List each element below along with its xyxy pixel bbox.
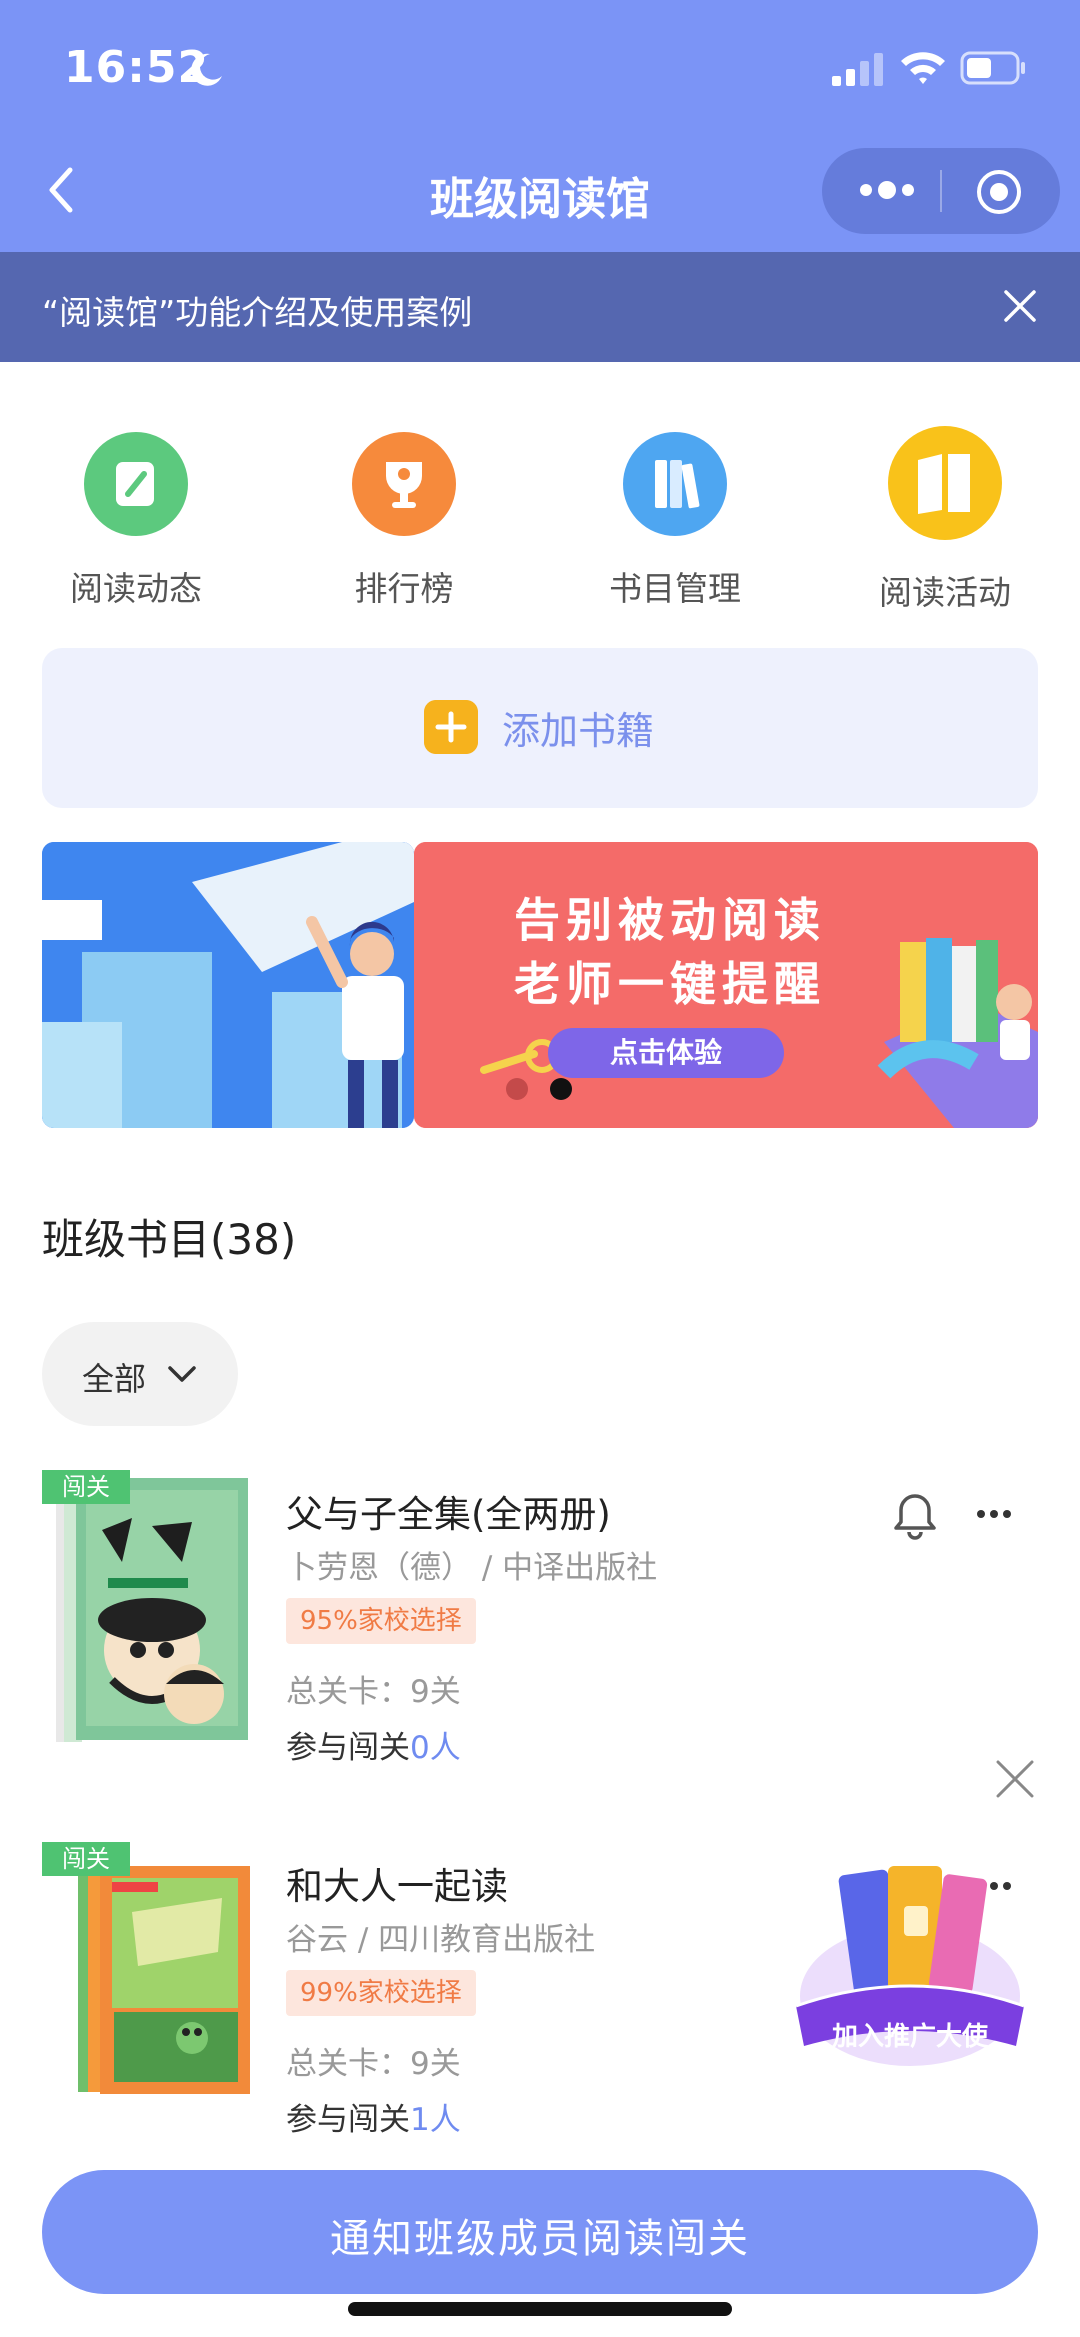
total-levels: 总关卡：9关 [286,1674,461,1710]
entry-reading-activity[interactable]: 阅读活动 [835,420,1055,614]
add-book-button[interactable]: 添加书籍 [42,648,1038,808]
carousel-dot-active[interactable] [550,1078,572,1100]
notify-members-label: 通知班级成员阅读闯关 [330,2216,750,2262]
total-levels: 总关卡：9关 [286,2046,461,2082]
add-book-label: 添加书籍 [502,709,655,753]
moon-icon [191,53,222,86]
open-book-icon [888,426,1002,540]
book-title[interactable]: 父与子全集(全两册) [286,1484,611,1538]
book-cover[interactable] [42,1470,252,1750]
bell-icon[interactable] [892,1490,938,1540]
more-menu-icon[interactable] [852,170,922,210]
notice-text[interactable]: “阅读馆”功能介绍及使用案例 [42,286,472,334]
book-author: 卜劳恩（德） / 中译出版社 [286,1550,658,1586]
section-title: 班级书目(38) [42,1215,297,1264]
participants: 参与闯关1人 [286,2094,461,2139]
close-icon[interactable] [1000,286,1040,326]
carousel-dot[interactable] [506,1078,528,1100]
notice-bar[interactable]: “阅读馆”功能介绍及使用案例 [0,252,1080,362]
entry-label: 排行榜 [354,569,454,608]
capsule-divider [940,170,942,212]
notify-members-button[interactable]: 通知班级成员阅读闯关 [42,2170,1038,2294]
quick-entries: 阅读动态 排行榜 书目管理 阅读活动 [0,420,1080,612]
promo-label: 加入推广大使 [831,2022,988,2052]
close-promo-icon[interactable] [992,1756,1038,1802]
status-bar: 16:52 [0,0,1080,140]
challenge-tag: 闯关 [42,1470,130,1504]
selection-badge: 95%家校选择 [286,1598,476,1644]
close-miniapp-icon[interactable] [974,167,1024,217]
battery-icon [960,51,1025,85]
header: 16:52 班级阅读馆 [0,0,1080,252]
entry-book-management[interactable]: 书目管理 [565,420,785,610]
miniapp-capsule [822,148,1060,234]
signal-icon [832,53,883,86]
ambassador-promo[interactable]: 加入推广大使 [790,1846,1030,2076]
entry-label: 书目管理 [609,569,741,608]
home-indicator[interactable] [348,2302,732,2316]
pen-note-icon [84,432,188,536]
books-icon [623,432,727,536]
entry-reading-feed[interactable]: 阅读动态 [26,420,246,610]
list-item[interactable]: 闯关 父与子全集(全两册) 卜劳恩（德） / 中译出版社 95%家校选择 总关卡… [0,1470,1080,1770]
participants-label: 参与闯关 [286,2102,410,2138]
book-author: 谷云 / 四川教育出版社 [286,1922,596,1958]
wifi-icon [901,52,945,84]
promo-banner[interactable]: 告别被动阅读 老师一键提醒 点击体验 [42,842,1038,1128]
entry-label: 阅读活动 [879,573,1011,612]
banner-subheadline: 老师一键提醒 [514,957,826,1011]
participants-label: 参与闯关 [286,1730,410,1766]
book-title[interactable]: 和大人一起读 [286,1856,508,1910]
selection-badge: 99%家校选择 [286,1970,476,2016]
filter-label: 全部 [82,1360,147,1398]
participants-count: 0人 [410,1730,461,1766]
participants-count: 1人 [410,2102,461,2138]
entry-leaderboard[interactable]: 排行榜 [294,420,514,610]
challenge-tag: 闯关 [42,1842,130,1876]
chevron-down-icon [168,1366,196,1382]
banner-slide-previous[interactable] [42,842,414,1128]
banner-try-button[interactable]: 点击体验 [548,1028,784,1078]
more-options-icon[interactable] [976,1504,1012,1524]
filter-dropdown[interactable]: 全部 [42,1322,238,1426]
plus-icon [424,700,478,754]
participants: 参与闯关0人 [286,1722,461,1767]
entry-label: 阅读动态 [70,569,202,608]
trophy-icon [352,432,456,536]
book-cover[interactable] [42,1842,252,2122]
banner-headline: 告别被动阅读 [514,893,826,947]
banner-illustration [42,842,414,1128]
